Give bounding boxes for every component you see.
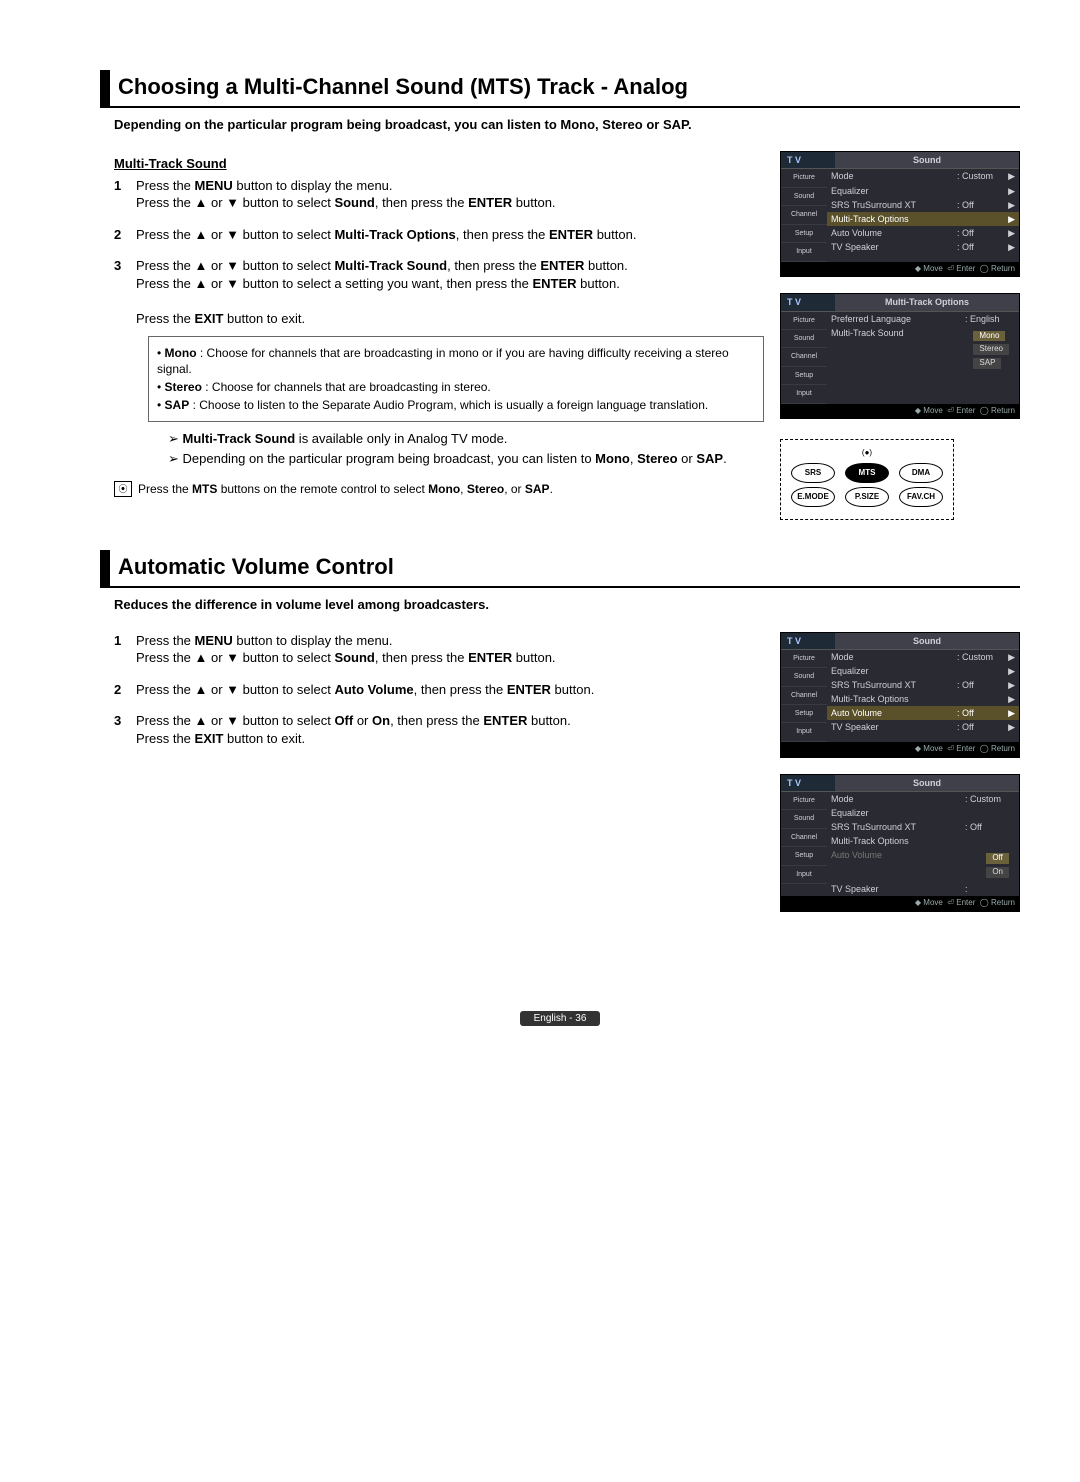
rc-favch: FAV.CH: [899, 487, 943, 507]
osd-sound-av: T VSound Picture Sound Channel Setup Inp…: [780, 632, 1020, 758]
option-box: • Mono : Choose for channels that are br…: [148, 336, 764, 423]
intro-avc: Reduces the difference in volume level a…: [114, 596, 1020, 614]
title-mts: Choosing a Multi-Channel Sound (MTS) Tra…: [100, 70, 1020, 108]
rc-psize: P.SIZE: [845, 487, 889, 507]
rc-srs: SRS: [791, 463, 835, 483]
remote-cluster: (●) SRS MTS DMA E.MODE P.SIZE FAV.CH: [780, 439, 954, 520]
rc-dma: DMA: [899, 463, 943, 483]
intro-mts: Depending on the particular program bein…: [114, 116, 1020, 134]
osd-av-options: T VSound Picture Sound Channel Setup Inp…: [780, 774, 1020, 912]
avc-step-3: Press the ▲ or ▼ button to select Off or…: [114, 712, 764, 747]
rc-mts: MTS: [845, 463, 889, 483]
remote-icon: ⦿: [114, 481, 132, 497]
remote-tip: ⦿ Press the MTS buttons on the remote co…: [114, 481, 764, 497]
subhead-mts: Multi-Track Sound: [114, 155, 764, 173]
page-footer: English - 36: [100, 1008, 1020, 1026]
avc-step-2: Press the ▲ or ▼ button to select Auto V…: [114, 681, 764, 699]
title-avc: Automatic Volume Control: [100, 550, 1020, 588]
note-analog-only: Multi-Track Sound is available only in A…: [168, 430, 764, 448]
step-3: Press the ▲ or ▼ button to select Multi-…: [114, 257, 764, 467]
step-1: Press the MENU button to display the men…: [114, 177, 764, 212]
note-listen-options: Depending on the particular program bein…: [168, 450, 764, 468]
osd-sound-mto: T VSound Picture Sound Channel Setup Inp…: [780, 151, 1020, 277]
step-2: Press the ▲ or ▼ button to select Multi-…: [114, 226, 764, 244]
avc-step-1: Press the MENU button to display the men…: [114, 632, 764, 667]
rc-emode: E.MODE: [791, 487, 835, 507]
osd-mto-sub: T VMulti-Track Options Picture Sound Cha…: [780, 293, 1020, 419]
